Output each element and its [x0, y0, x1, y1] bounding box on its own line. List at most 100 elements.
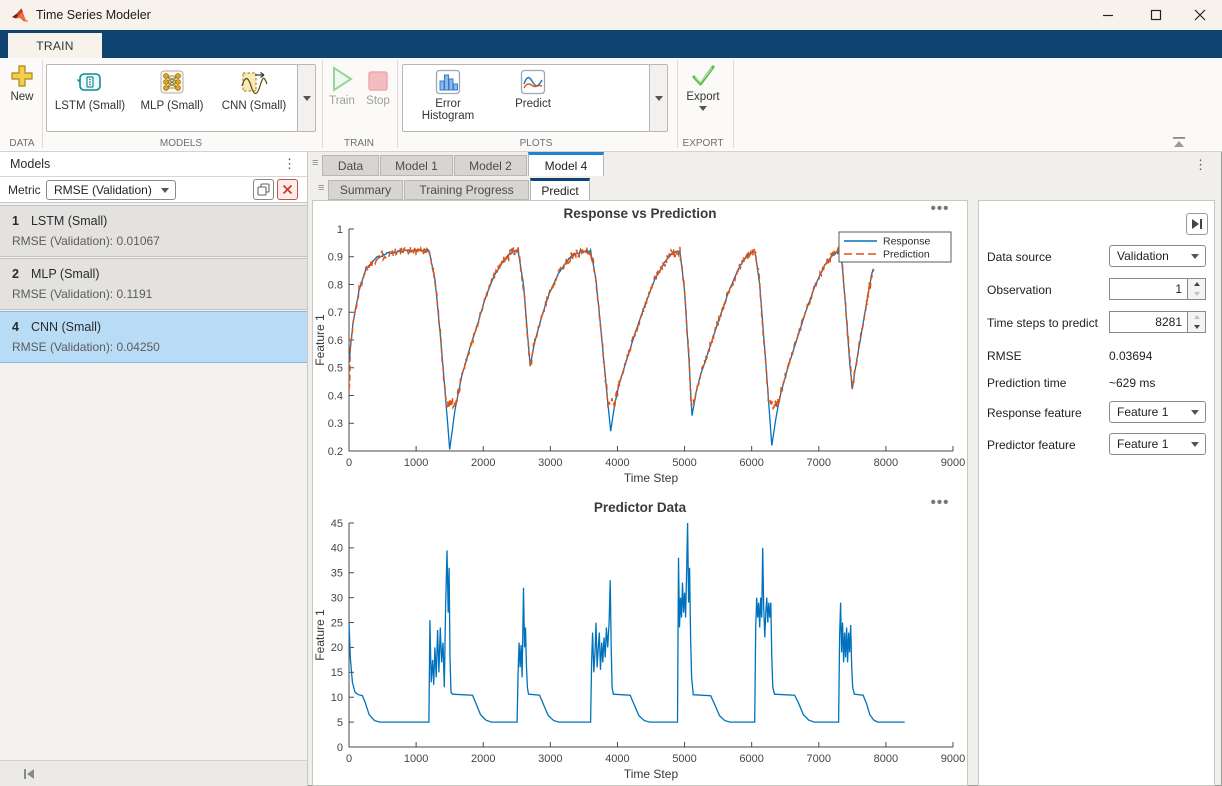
spinner-down-button[interactable]	[1188, 322, 1205, 332]
collapse-ribbon-button[interactable]	[1168, 136, 1190, 150]
model-card-lstm[interactable]: 1LSTM (Small) RMSE (Validation): 0.01067	[0, 205, 307, 257]
svg-text:8000: 8000	[874, 753, 898, 765]
ribbon-tab-strip	[0, 30, 1222, 58]
tab-data[interactable]: Data	[322, 155, 379, 176]
predictor-data-chart: 0100020003000400050006000700080009000051…	[313, 517, 967, 783]
maximize-button[interactable]	[1134, 0, 1178, 30]
metric-dropdown-value: RMSE (Validation)	[47, 183, 161, 197]
gallery-item-label: CNN (Small)	[222, 100, 287, 112]
subtab-label: Predict	[541, 184, 578, 198]
chart-options-icon[interactable]: •••	[927, 500, 953, 514]
new-button[interactable]: New	[4, 64, 40, 103]
metric-label: Metric	[8, 183, 41, 197]
spinner-down-button[interactable]	[1188, 289, 1205, 299]
models-panel-footer	[0, 760, 307, 786]
spinner-up-button[interactable]	[1188, 312, 1205, 322]
spinner-down-icon	[1194, 292, 1200, 296]
chart-options-icon[interactable]: •••	[927, 206, 953, 220]
svg-text:5000: 5000	[672, 457, 696, 469]
collapse-panel-left-button[interactable]	[22, 767, 36, 781]
model-card-title: 4 CNN (Small)	[12, 320, 101, 334]
models-panel-menu-icon[interactable]: ⋮	[283, 157, 296, 170]
response-feature-dropdown[interactable]: Feature 1	[1109, 401, 1206, 423]
svg-text:0.9: 0.9	[328, 252, 343, 264]
model-name: MLP (Small)	[31, 267, 100, 281]
response-vs-prediction-title: Response vs Prediction	[313, 206, 967, 221]
spinner-up-icon	[1194, 315, 1200, 319]
gallery-item-lstm-small[interactable]: LSTM (Small)	[49, 68, 131, 128]
models-gallery-dropdown[interactable]	[297, 64, 316, 132]
error-histogram-button[interactable]: Error Histogram	[405, 68, 491, 128]
model-rmse: RMSE (Validation): 0.1191	[12, 287, 152, 301]
tab-model-4[interactable]: Model 4	[528, 152, 604, 176]
model-number: 2	[12, 267, 19, 281]
minimize-button[interactable]	[1086, 0, 1130, 30]
train-button[interactable]: Train	[326, 66, 358, 107]
svg-text:Prediction: Prediction	[883, 249, 930, 261]
tab-train[interactable]: TRAIN	[8, 33, 102, 58]
model-number: 4	[12, 320, 19, 334]
models-gallery: LSTM (Small) MLP (Small)	[46, 64, 298, 132]
predictor-data-title: Predictor Data	[313, 500, 967, 515]
data-source-dropdown[interactable]: Validation	[1109, 245, 1206, 267]
duplicate-model-button[interactable]	[253, 179, 274, 200]
tab-model-2[interactable]: Model 2	[454, 155, 527, 176]
collapse-panel-right-button[interactable]	[1186, 213, 1208, 235]
delete-x-icon	[282, 184, 293, 195]
metric-dropdown[interactable]: RMSE (Validation)	[46, 180, 176, 200]
tab-model-1[interactable]: Model 1	[380, 155, 453, 176]
observation-input[interactable]: 1	[1109, 278, 1188, 300]
model-card-cnn-selected[interactable]: 4CNN (Small) RMSE (Validation): 0.04250	[0, 311, 307, 363]
svg-text:Time Step: Time Step	[624, 471, 679, 485]
stop-icon	[368, 66, 388, 92]
rmse-label: RMSE	[987, 349, 1022, 363]
stop-button[interactable]: Stop	[362, 66, 394, 107]
export-button[interactable]: Export	[683, 64, 723, 111]
time-steps-input[interactable]: 8281	[1109, 311, 1188, 333]
doc-tab-drag-handle[interactable]: ≡	[312, 158, 318, 169]
svg-text:4000: 4000	[605, 753, 629, 765]
sub-tab-drag-handle[interactable]: ≡	[318, 183, 324, 194]
response-feature-value: Feature 1	[1110, 405, 1191, 419]
svg-text:15: 15	[331, 667, 343, 679]
svg-text:Time Step: Time Step	[624, 767, 679, 781]
ribbon-separator	[677, 60, 678, 148]
collapse-right-icon	[1190, 217, 1204, 231]
subtab-training-progress[interactable]: Training Progress	[404, 180, 529, 200]
time-steps-value: 8281	[1155, 315, 1182, 329]
plots-gallery-dropdown[interactable]	[649, 64, 668, 132]
svg-text:9000: 9000	[941, 753, 965, 765]
svg-text:0.4: 0.4	[328, 390, 343, 402]
title-bar: Time Series Modeler	[0, 0, 1222, 30]
svg-text:2000: 2000	[471, 457, 495, 469]
svg-text:Feature 1: Feature 1	[313, 314, 327, 366]
ribbon-separator	[322, 60, 323, 148]
predict-plot-button[interactable]: Predict	[493, 68, 573, 128]
copy-icon	[256, 182, 271, 197]
checkmark-icon	[690, 64, 716, 88]
predict-view-panel: Response vs Prediction ••• 0100020003000…	[312, 200, 968, 786]
svg-text:Feature 1: Feature 1	[313, 609, 327, 661]
delete-model-button[interactable]	[277, 179, 298, 200]
ribbon-separator	[397, 60, 398, 148]
svg-text:0.7: 0.7	[328, 307, 343, 319]
model-card-mlp[interactable]: 2 MLP (Small) RMSE (Validation): 0.1191	[0, 258, 307, 310]
tab-overflow-menu-icon[interactable]: ⋮	[1194, 158, 1207, 171]
close-icon	[1194, 9, 1206, 21]
close-button[interactable]	[1178, 0, 1222, 30]
spinner-up-button[interactable]	[1188, 279, 1205, 289]
subtab-predict[interactable]: Predict	[530, 178, 590, 200]
predictor-feature-dropdown[interactable]: Feature 1	[1109, 433, 1206, 455]
svg-text:6000: 6000	[739, 457, 763, 469]
models-panel-header: Models ⋮	[0, 152, 307, 177]
model-name: CNN (Small)	[31, 320, 101, 334]
chevron-down-icon	[303, 96, 311, 101]
new-button-label: New	[10, 91, 33, 103]
svg-text:0.2: 0.2	[328, 446, 343, 458]
subtab-summary[interactable]: Summary	[328, 180, 403, 200]
model-rmse: RMSE (Validation): 0.01067	[12, 234, 160, 248]
collapse-left-icon	[22, 767, 36, 781]
gallery-item-mlp-small[interactable]: MLP (Small)	[131, 68, 213, 128]
svg-text:1000: 1000	[404, 457, 428, 469]
gallery-item-cnn-small[interactable]: CNN (Small)	[213, 68, 295, 128]
